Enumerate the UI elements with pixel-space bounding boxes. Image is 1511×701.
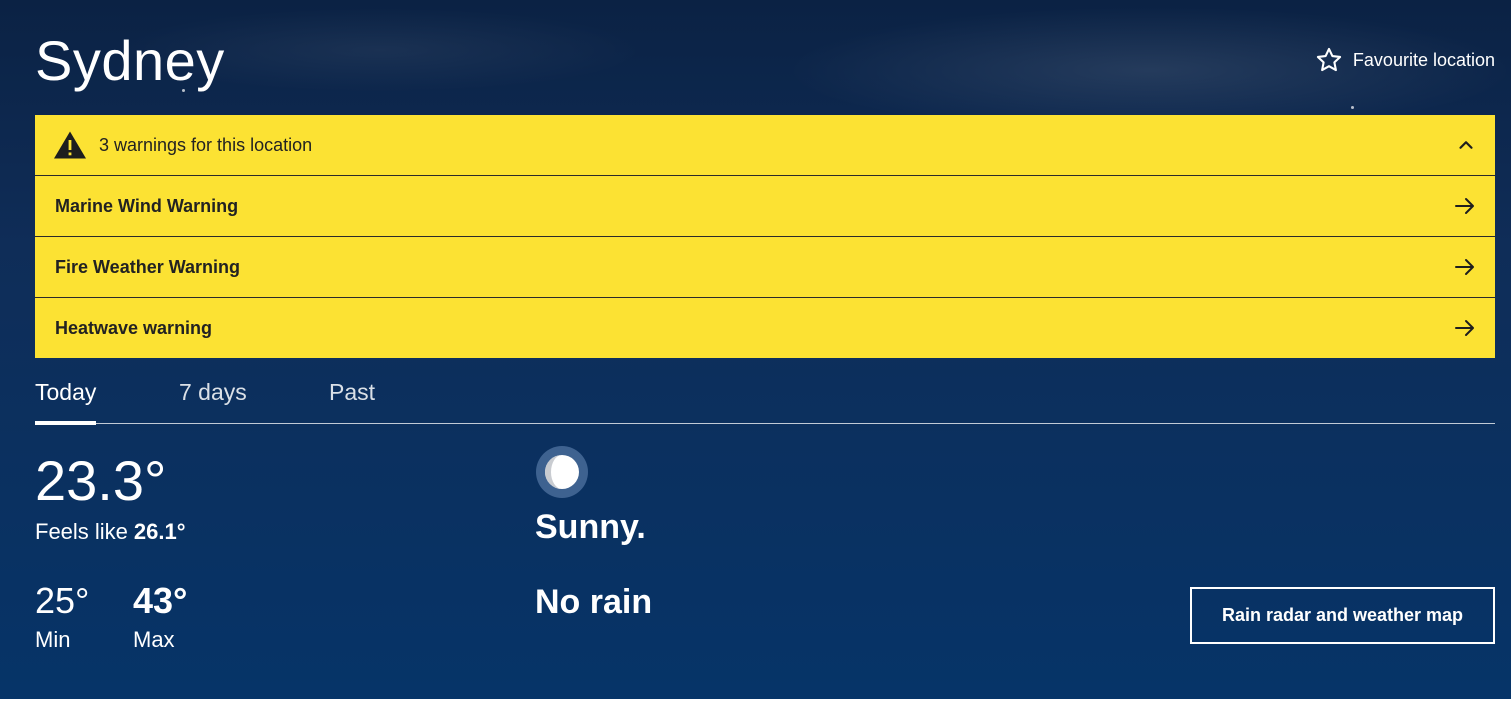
min-temperature-value: 25° [35,580,90,621]
favourite-location-label: Favourite location [1352,49,1495,70]
warning-item-label: Heatwave warning [55,317,213,338]
feels-like-value: 26.1° [133,519,186,544]
warnings-summary: 3 warnings for this location [99,134,313,155]
warnings-panel: 3 warnings for this location Marine Wind… [35,115,1495,358]
warning-item-label: Fire Weather Warning [55,256,241,277]
arrow-right-icon [1455,259,1474,275]
warning-item-fire-weather[interactable]: Fire Weather Warning [35,237,1495,298]
forecast-tabs: Today 7 days Past [35,374,1495,425]
feels-like: Feels like 26.1° [35,518,186,546]
favourite-location-button[interactable]: Favourite location [1315,44,1495,76]
current-temperature: 23.3° [35,449,167,512]
location-title: Sydney [35,29,225,92]
rain-radar-button[interactable]: Rain radar and weather map [1190,587,1495,644]
warning-triangle-icon [54,131,86,159]
warnings-toggle[interactable]: 3 warnings for this location [35,115,1495,176]
chevron-up-icon [1459,141,1473,149]
max-temperature-value: 43° [133,580,188,621]
star-icon [1316,47,1342,72]
feels-like-label: Feels like [35,519,128,544]
arrow-right-icon [1455,320,1474,336]
arrow-right-icon [1455,198,1474,214]
min-temperature-label: Min [35,627,71,652]
min-temperature: 25° Min [35,580,89,654]
tab-7-days[interactable]: 7 days [179,374,247,423]
tab-past[interactable]: Past [329,374,375,423]
warning-item-heatwave[interactable]: Heatwave warning [35,298,1495,358]
max-temperature-label: Max [133,627,175,652]
rain-summary: No rain [535,583,653,621]
weather-condition: Sunny. [535,508,646,546]
max-temperature: 43° Max [133,580,187,654]
warning-item-marine-wind[interactable]: Marine Wind Warning [35,176,1495,237]
tab-today[interactable]: Today [35,374,97,425]
moon-icon [536,446,588,498]
warning-item-label: Marine Wind Warning [55,195,239,216]
star-speck [1351,106,1354,109]
weather-hero: Sydney Favourite location 3 warnings for… [0,0,1511,699]
